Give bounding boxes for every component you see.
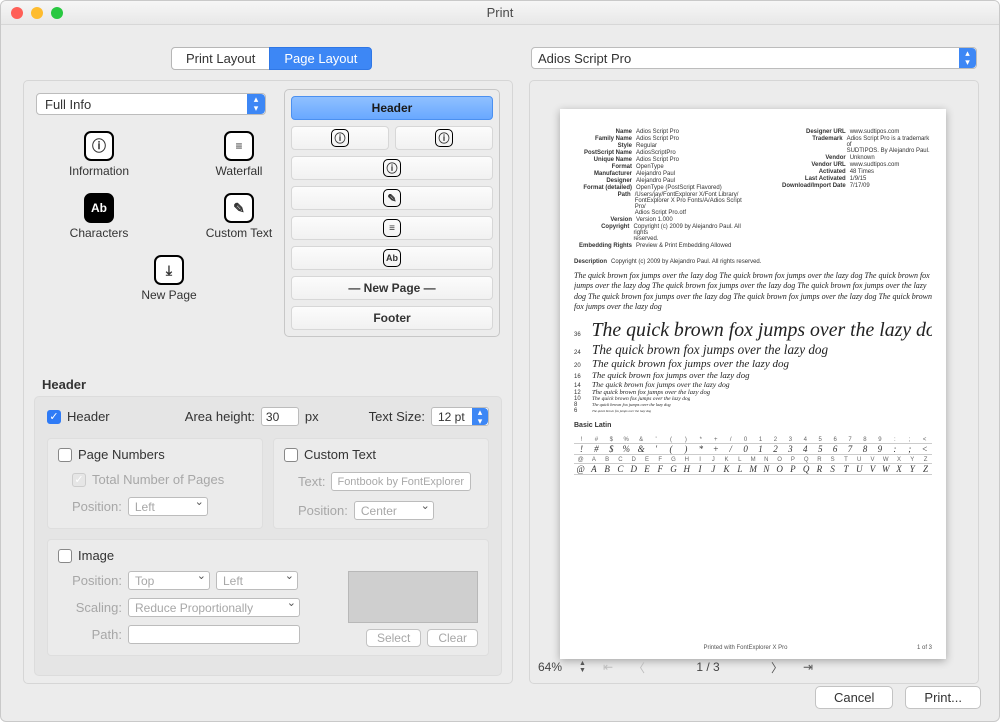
area-height-input[interactable]: 30 xyxy=(261,407,299,426)
stack-waterfall[interactable]: ≡ xyxy=(291,216,493,240)
font-dropdown-label: Adios Script Pro xyxy=(538,51,631,66)
next-page-button[interactable]: 〉 xyxy=(768,659,786,676)
custom-text-input: Fontbook by FontExplorer xyxy=(331,472,471,491)
stack-info-3[interactable]: ⓘ xyxy=(291,156,493,180)
new-page-icon: ⤓ xyxy=(154,255,184,285)
characters-icon: Ab xyxy=(84,193,114,223)
preview-nav: 64% ▲▼ ⇤ 〈 1 / 3 〉 ⇥ xyxy=(538,657,970,677)
last-page-button[interactable]: ⇥ xyxy=(800,660,816,674)
first-page-button[interactable]: ⇤ xyxy=(600,660,616,674)
block-custom-text[interactable]: ✎ Custom Text xyxy=(199,193,279,240)
waterfall-icon: ≡ xyxy=(224,131,254,161)
custom-text-checkbox[interactable] xyxy=(284,448,298,462)
block-information[interactable]: ⓘ Information xyxy=(59,131,139,178)
image-vpos-dropdown: Top xyxy=(128,571,210,590)
waterfall-icon: ≡ xyxy=(383,219,401,237)
custom-text-icon: ✎ xyxy=(383,189,401,207)
image-hpos-dropdown: Left xyxy=(216,571,298,590)
font-dropdown[interactable]: Adios Script Pro ▴▾ xyxy=(531,47,977,69)
info-icon: ⓘ xyxy=(435,129,453,147)
layout-stack: Header ⓘ ⓘ ⓘ ✎ ≡ Ab — New Page — Footer xyxy=(284,89,500,337)
titlebar: Print xyxy=(1,1,999,25)
cancel-button[interactable]: Cancel xyxy=(815,686,893,709)
prev-page-button[interactable]: 〈 xyxy=(630,659,648,676)
preview-panel: NameAdios Script ProFamily NameAdios Scr… xyxy=(529,80,979,684)
customtext-position-dropdown: Center xyxy=(354,501,434,520)
characters-icon: Ab xyxy=(383,249,401,267)
zoom-value: 64% xyxy=(538,660,562,674)
zoom-stepper[interactable]: ▲▼ xyxy=(579,660,586,674)
stack-info-2[interactable]: ⓘ xyxy=(395,126,493,150)
page-indicator: 1 / 3 xyxy=(696,660,719,674)
stack-header[interactable]: Header xyxy=(291,96,493,120)
layout-tabs: Print Layout Page Layout xyxy=(171,47,372,70)
stack-characters[interactable]: Ab xyxy=(291,246,493,270)
preview-page: NameAdios Script ProFamily NameAdios Scr… xyxy=(560,109,946,659)
custom-text-icon: ✎ xyxy=(224,193,254,223)
image-path-input xyxy=(128,625,300,644)
header-enable-checkbox[interactable]: ✓ xyxy=(47,410,61,424)
header-section-label: Header xyxy=(42,377,86,392)
stack-new-page[interactable]: — New Page — xyxy=(291,276,493,300)
stack-footer[interactable]: Footer xyxy=(291,306,493,330)
page-numbers-checkbox[interactable] xyxy=(58,448,72,462)
block-waterfall[interactable]: ≡ Waterfall xyxy=(199,131,279,178)
info-icon: ⓘ xyxy=(383,159,401,177)
left-panel: Full Info ▴▾ ⓘ Information ≡ Waterfall A… xyxy=(23,80,513,684)
info-icon: ⓘ xyxy=(331,129,349,147)
tab-print-layout[interactable]: Print Layout xyxy=(171,47,270,70)
image-preview xyxy=(348,571,478,623)
block-new-page[interactable]: ⤓ New Page xyxy=(54,255,284,302)
text-size-dropdown[interactable]: 12 pt ▴▾ xyxy=(431,407,489,426)
image-scaling-dropdown: Reduce Proportionally xyxy=(128,598,300,617)
info-icon: ⓘ xyxy=(84,131,114,161)
info-mode-dropdown[interactable]: Full Info ▴▾ xyxy=(36,93,266,115)
stack-custom-text[interactable]: ✎ xyxy=(291,186,493,210)
block-characters[interactable]: Ab Characters xyxy=(59,193,139,240)
stack-info-1[interactable]: ⓘ xyxy=(291,126,389,150)
image-select-button: Select xyxy=(366,629,421,647)
header-settings: ✓ Header Area height: 30 px Text Size: 1… xyxy=(34,396,502,676)
tab-page-layout[interactable]: Page Layout xyxy=(269,47,372,70)
print-button[interactable]: Print... xyxy=(905,686,981,709)
window-title: Print xyxy=(1,5,999,20)
pagenum-position-dropdown: Left xyxy=(128,497,208,516)
image-checkbox[interactable] xyxy=(58,549,72,563)
total-pages-checkbox: ✓ xyxy=(72,473,86,487)
image-clear-button: Clear xyxy=(427,629,478,647)
